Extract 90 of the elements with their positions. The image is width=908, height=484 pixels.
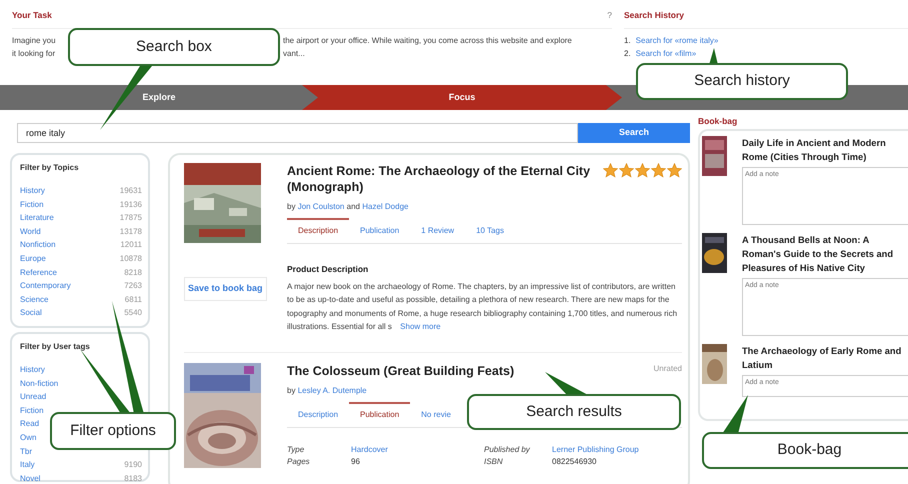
detail-value: 0822546930 [552, 456, 598, 468]
star-icon [603, 163, 618, 178]
filter-link[interactable]: World [20, 224, 41, 238]
filter-count: 8218 [124, 266, 142, 279]
result-title[interactable]: The Colosseum (Great Building Feats) [287, 362, 514, 379]
filter-count: 10878 [120, 252, 142, 265]
filter-link[interactable]: Europe [20, 252, 46, 266]
star-icon [619, 163, 634, 178]
book-title[interactable]: The Archaeology of Early Rome and Latium [742, 344, 908, 372]
author-link[interactable]: Jon Coulston [298, 202, 344, 211]
detail-link[interactable]: Lerner Publishing Group [552, 444, 682, 456]
callout: Search results [467, 394, 681, 430]
filter-count: 5540 [124, 307, 142, 320]
tab[interactable]: 10 Tags [465, 218, 515, 243]
author-link[interactable]: Hazel Dodge [362, 202, 408, 211]
filter-link[interactable]: History [20, 184, 45, 198]
detail-label: Type [287, 444, 306, 456]
filter-link[interactable]: Read [20, 417, 40, 431]
search-button[interactable]: Search [578, 123, 690, 143]
result-title[interactable]: Ancient Rome: The Archaeology of the Eternal City (Monograph) [287, 163, 595, 195]
filter-count: 19136 [120, 198, 142, 211]
detail-link[interactable]: Hardcover [351, 444, 484, 456]
task-text: the airport or your office. While waiting, you come across this website and explore [283, 34, 572, 47]
callout: Search box [68, 28, 280, 66]
filter-link[interactable]: Contemporary [20, 279, 71, 293]
section-heading: Product Description [287, 263, 370, 276]
book-title[interactable]: Daily Life in Ancient and Modern Rome (Cities Through Time) [742, 136, 908, 164]
tab[interactable]: 1 Review [410, 218, 466, 243]
filter-count: 8183 [124, 472, 142, 484]
filter-count: 6811 [124, 294, 142, 306]
save-button[interactable]: Save to book bag [184, 277, 267, 300]
task-text: vant... [283, 48, 305, 60]
by-label: by [287, 202, 296, 211]
search-history-link[interactable]: Search for «rome italy» [636, 34, 718, 47]
filter-heading: Filter by User tags [20, 341, 91, 353]
tab[interactable]: No revie [410, 402, 462, 427]
filter-link[interactable]: Science [20, 292, 48, 306]
section-heading: Book-bag [698, 115, 738, 128]
detail-value: 96 [351, 456, 361, 468]
detail-label: ISBN [484, 456, 504, 468]
show-more-link[interactable]: Show more [400, 322, 441, 332]
filter-count: 19631 [120, 185, 142, 197]
detail-label: Pages [287, 456, 311, 468]
description-text: A major new book on the archaeology of Rome. The chapters, by an impressive list of contributors, are written to be as up-to-date and useful as possible, detailing a plethora of new research. There are new maps for the topography and monuments of Rome, a huge research bibliography containing 1,700 titles, and numerous rich illustrations. Essential for all s Show more [287, 280, 678, 334]
tab[interactable]: Description [287, 402, 350, 427]
filter-link[interactable]: Social [20, 306, 42, 320]
filter-count: 17875 [120, 212, 142, 224]
star-icon [651, 163, 666, 178]
callout: Filter options [50, 412, 176, 450]
filter-count: 13178 [120, 226, 142, 238]
filter-link[interactable]: Novel [20, 472, 40, 484]
filter-link[interactable]: Tbr [20, 444, 32, 458]
step-tab[interactable]: Focus [302, 85, 622, 110]
filter-count: 12011 [120, 239, 142, 252]
callout: Book-bag [702, 432, 908, 469]
callout-pointer [722, 395, 748, 434]
section-heading: Your Task [12, 9, 52, 22]
tab[interactable]: Publication [349, 402, 410, 427]
list-number: 1. [624, 34, 631, 47]
filter-link[interactable]: History [20, 363, 45, 377]
callout: Search history [636, 63, 848, 100]
star-icon [635, 163, 650, 178]
filter-link[interactable]: Literature [20, 211, 54, 225]
search-field[interactable]: rome italy [17, 123, 578, 143]
author-link[interactable]: Lesley A. Dutemple [298, 386, 367, 395]
task-text: Imagine you [12, 36, 56, 45]
section-heading: Search History [624, 9, 684, 22]
filter-link[interactable]: Italy [20, 458, 35, 472]
rating-text: Unrated [654, 362, 682, 375]
filter-heading: Filter by Topics [20, 162, 80, 174]
filter-link[interactable]: Non-fiction [20, 376, 58, 390]
filter-link[interactable]: Reference [20, 266, 57, 280]
joiner-text: and [346, 202, 360, 211]
filter-link[interactable]: Fiction [20, 404, 44, 418]
detail-label: Published by [484, 444, 531, 456]
help-link[interactable]: ? [607, 9, 612, 22]
filter-link[interactable]: Nonfiction [20, 238, 56, 252]
book-title[interactable]: A Thousand Bells at Noon: A Roman's Guide to the Secrets and Pleasures of His Native City [742, 233, 908, 275]
tab[interactable]: Description [287, 218, 350, 243]
task-text: it looking for [12, 48, 56, 58]
search-history-link[interactable]: Search for «film» [636, 46, 696, 60]
filter-link[interactable]: Unread [20, 390, 46, 404]
star-icon [667, 163, 682, 178]
filter-link[interactable]: Fiction [20, 198, 44, 212]
filter-count: 7263 [124, 280, 142, 292]
filter-count: 9190 [124, 459, 142, 472]
list-number: 2. [624, 48, 631, 60]
by-label: by [287, 386, 296, 395]
filter-link[interactable]: Own [20, 430, 36, 445]
tab[interactable]: Publication [349, 218, 410, 243]
